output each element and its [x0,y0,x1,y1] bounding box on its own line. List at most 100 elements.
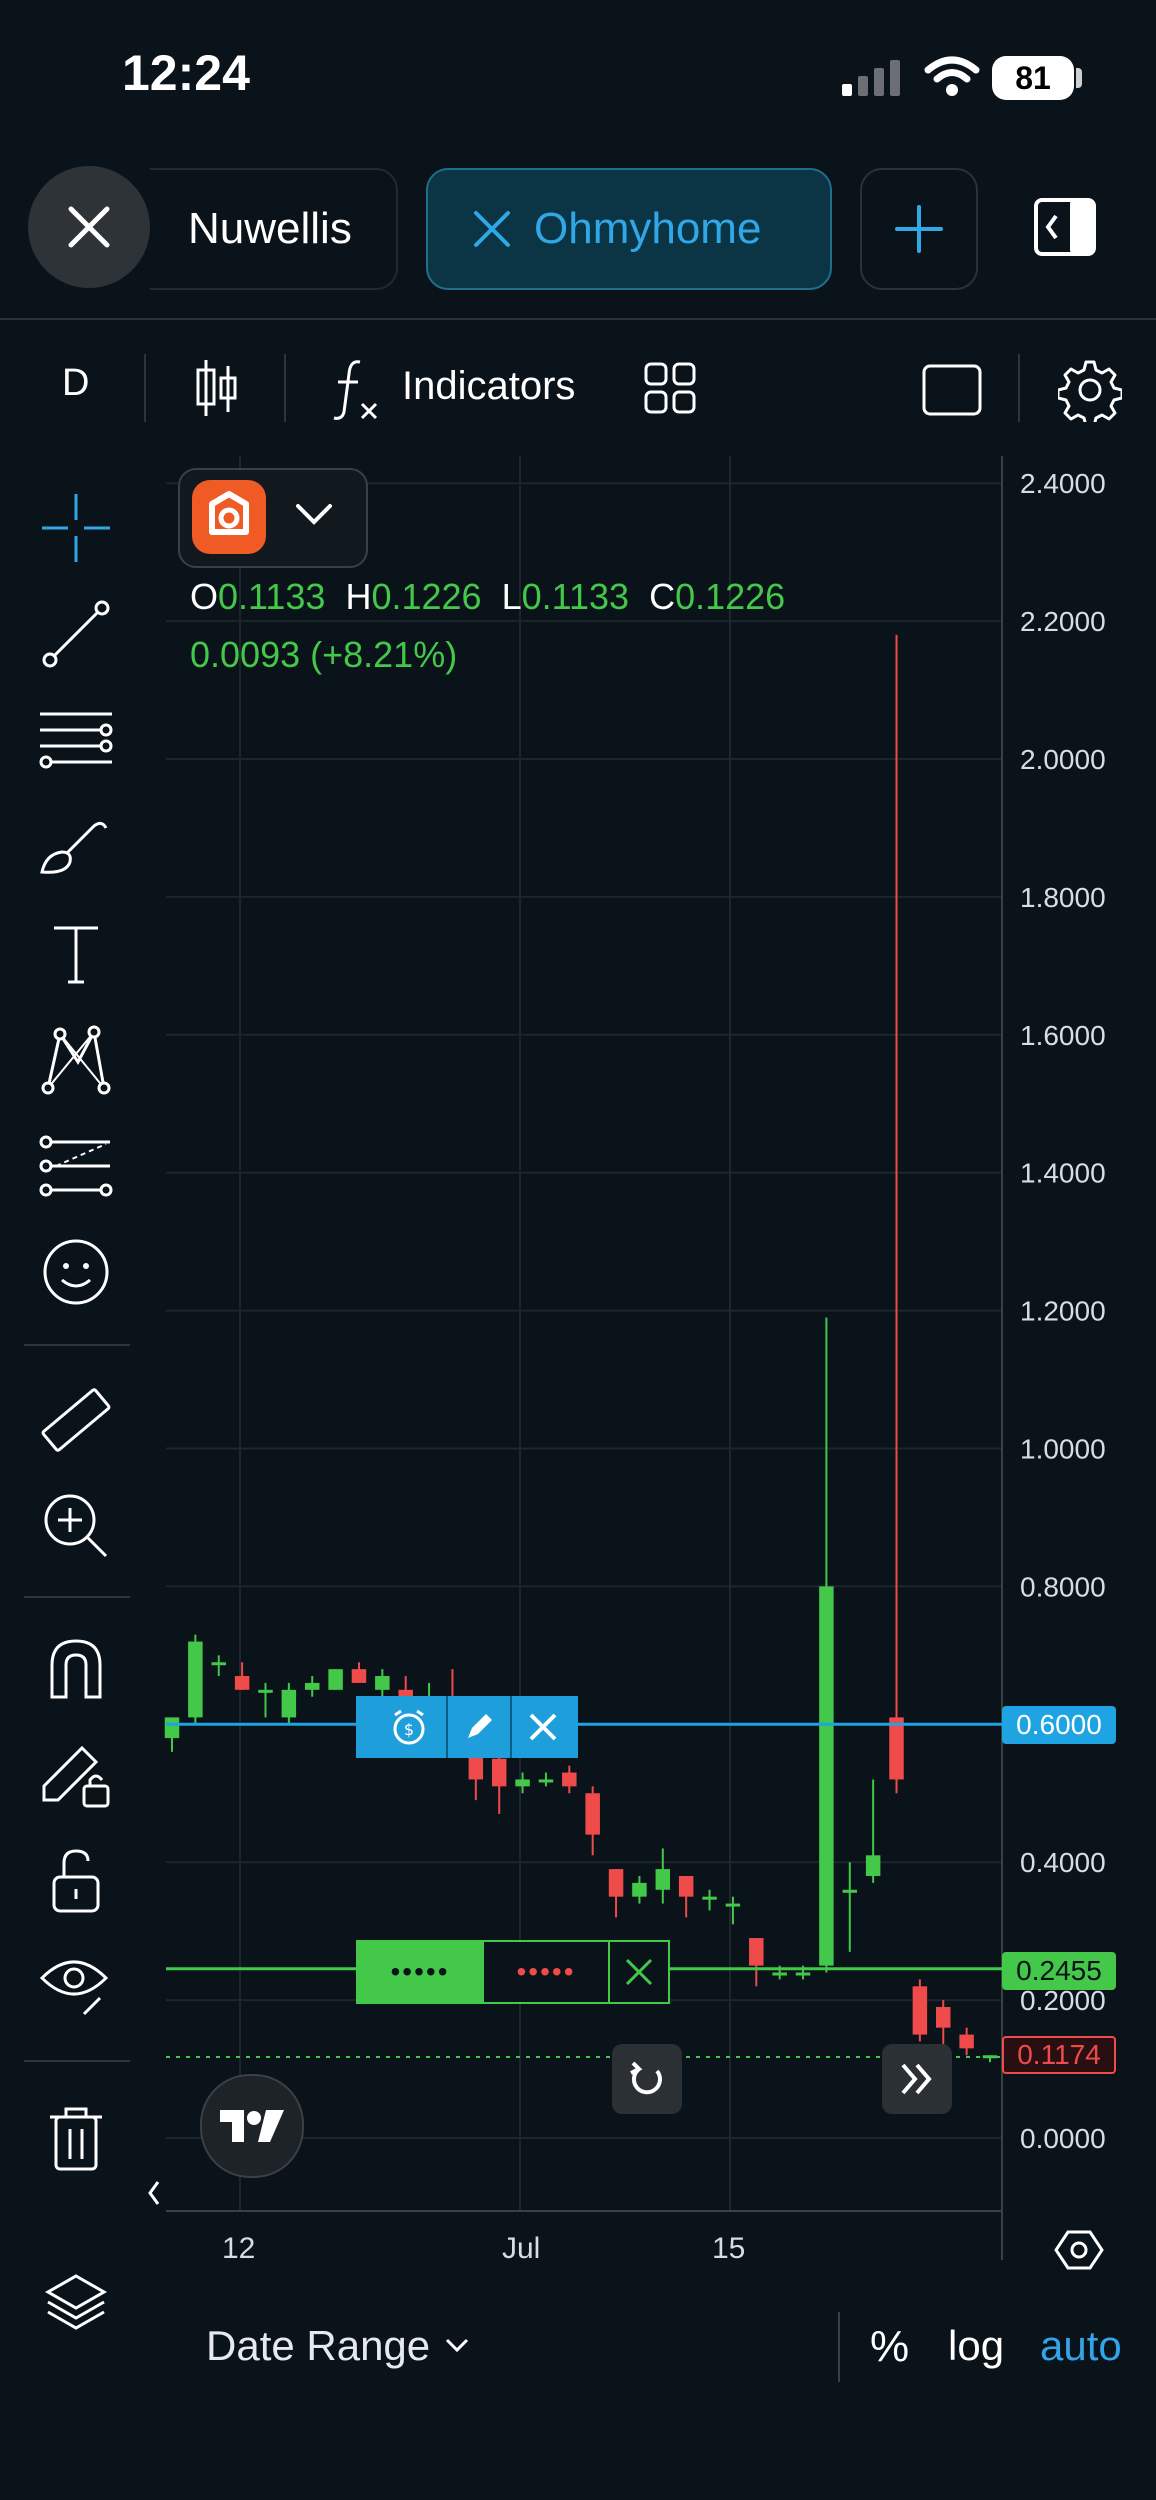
candle-body [538,1779,554,1783]
drag-handle[interactable] [356,1696,372,1758]
y-tick-label: 0.4000 [1020,1847,1106,1878]
double-chevron-right-icon [901,2063,932,2095]
brush-icon [40,821,108,874]
close-value: 0.1226 [675,576,786,617]
candle-body [842,1889,858,1893]
open-value: 0.1133 [218,576,326,617]
emoji-tool[interactable] [30,1226,122,1318]
svg-text:$: $ [404,1720,414,1739]
high-value: 0.1226 [371,576,482,617]
candle-body [795,1972,811,1976]
date-range-button[interactable]: Date Range [206,2322,470,2370]
candle-body [281,1689,297,1718]
candle-body [608,1869,624,1897]
scroll-to-latest-button[interactable] [882,2044,952,2114]
candle-body [889,1717,904,1780]
last-price-tag: 0.1174 [1002,2036,1116,2074]
position-take-profit[interactable]: ••••• [358,1942,482,2002]
time-axis-line [166,2210,1002,2212]
y-tick-label: 1.8000 [1020,882,1106,913]
candle-body [936,2006,951,2028]
auto-scale-button[interactable]: auto [1040,2322,1122,2370]
rotate-icon [630,2061,662,2095]
position-stop-loss[interactable]: ••••• [484,1942,608,2002]
price-lines [166,1722,1002,2059]
candle-body [328,1669,343,1690]
alert-price-tag: 0.6000 [1002,1706,1116,1744]
ohlc-legend: O0.1133 H0.1226 L0.1133 C0.1226 [190,576,785,618]
pattern-tool[interactable] [30,1014,122,1106]
candle-body [772,1972,787,1976]
lock-drawings-tool[interactable] [30,1728,122,1820]
layers-icon [44,2274,108,2330]
log-scale-button[interactable]: log [948,2322,1004,2370]
x-tick-label: Jul [502,2232,541,2265]
crosshair-icon [42,494,110,562]
reset-chart-button[interactable] [612,2044,682,2114]
zoom-in-icon [44,1494,108,1558]
candle-body [585,1793,600,1835]
candle-body [351,1669,367,1683]
zoom-tool[interactable] [30,1480,122,1572]
tradingview-logo-icon [220,2110,284,2142]
trend-line-tool[interactable] [30,588,122,680]
candle-body [865,1855,881,1876]
percent-scale-button[interactable]: % [870,2322,909,2372]
brush-tool[interactable] [30,800,122,892]
candle-body [562,1772,577,1787]
tradingview-logo[interactable] [200,2074,304,2178]
alert-line-toolbar: $ [356,1696,578,1758]
candle-body [258,1689,273,1693]
x-tick-label: 15 [712,2232,746,2265]
tools-separator [24,1596,130,1598]
alarm-clock-icon: $ [393,1709,425,1745]
change-value: 0.0093 (+8.21%) [190,634,458,675]
chevron-down-icon [446,2338,469,2353]
price-chart[interactable]: 2.4000 2.2000 2.0000 1.8000 1.6000 1.4000 1.20… [0,0,1156,2500]
edit-line-button[interactable] [448,1696,510,1758]
delete-tool[interactable] [30,2092,122,2184]
candle-body [749,1938,764,1966]
measure-tool[interactable] [30,1374,122,1466]
candle-body [304,1682,320,1690]
y-tick-label: 2.2000 [1020,606,1106,637]
text-tool[interactable] [30,908,122,1000]
candle-body [982,2055,998,2059]
close-icon [625,1958,653,1986]
chevron-down-icon[interactable] [294,500,334,528]
magnet-tool[interactable] [30,1622,122,1714]
y-tick-label: 2.4000 [1020,468,1106,499]
lock-tool[interactable] [30,1834,122,1926]
low-value: 0.1133 [521,576,630,617]
price-axis: 2.4000 2.2000 2.0000 1.8000 1.6000 1.4000 1.20… [1020,468,1106,2154]
axis-settings-icon[interactable] [1054,2228,1104,2272]
y-tick-label: 1.0000 [1020,1434,1106,1465]
ruler-icon [41,1388,111,1452]
candle-body [375,1676,390,1690]
visibility-tool[interactable] [30,1940,122,2032]
trash-icon [50,2107,102,2171]
candle-body [655,1869,671,1890]
y-tick-label: 1.2000 [1020,1296,1106,1327]
forecast-tool[interactable] [30,1120,122,1212]
eye-icon [39,1960,109,2016]
close-position-button[interactable] [610,1942,668,2002]
y-tick-label: 2.0000 [1020,744,1106,775]
position-price-tag: 0.2455 [1002,1952,1116,1990]
layers-button[interactable] [30,2256,122,2348]
remove-line-button[interactable] [512,1696,574,1758]
smiley-icon [43,1239,109,1305]
candle-body [678,1875,694,1897]
chevron-left-icon[interactable] [144,2178,164,2208]
forecast-icon [39,1135,113,1197]
tools-separator [24,2060,130,2062]
x-tick-label: 12 [222,2232,256,2265]
candle-body [515,1779,530,1787]
trend-line-icon [42,600,110,668]
alert-button[interactable]: $ [372,1696,446,1758]
crosshair-tool[interactable] [30,482,122,574]
unlock-icon [52,1849,100,1913]
position-toolbar: ••••• ••••• [356,1940,670,2004]
pattern-icon [41,1025,111,1095]
fib-tool[interactable] [30,694,122,786]
